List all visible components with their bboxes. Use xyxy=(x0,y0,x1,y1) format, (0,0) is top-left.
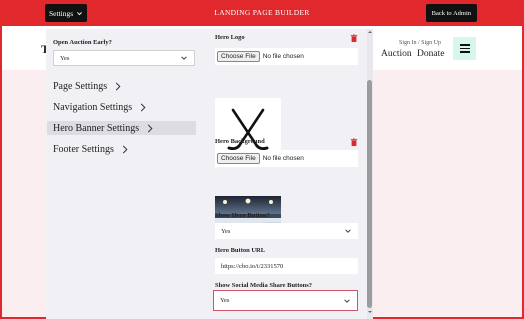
chevron-right-icon xyxy=(141,103,146,111)
no-file-text: No file chosen xyxy=(262,155,304,162)
hero-background-file-input[interactable]: Choose File No file chosen xyxy=(215,150,358,167)
show-social-label: Show Social Media Share Buttons? xyxy=(215,282,313,289)
choose-file-button[interactable]: Choose File xyxy=(217,153,260,164)
hamburger-line xyxy=(459,44,470,46)
hero-button-url-input[interactable]: https://cbo.io/i/2331570 xyxy=(215,258,358,274)
show-social-value: Yes xyxy=(220,297,230,304)
hamburger-line xyxy=(459,51,470,53)
chevron-down-icon xyxy=(345,229,351,233)
choose-file-button[interactable]: Choose File xyxy=(217,51,260,62)
scrollbar-thumb[interactable] xyxy=(367,80,372,308)
menu-hero-banner-settings[interactable]: Hero Banner Settings xyxy=(47,121,196,135)
trash-icon[interactable] xyxy=(350,138,358,146)
chevron-right-icon xyxy=(147,124,153,132)
hamburger-line xyxy=(459,47,470,50)
menu-label: Page Settings xyxy=(53,80,108,92)
scroll-up-icon[interactable] xyxy=(367,29,373,35)
show-hero-button-label: Show Hero Button? xyxy=(215,212,270,219)
hamburger-icon[interactable] xyxy=(453,37,476,60)
open-auction-label: Open Auction Early? xyxy=(53,39,112,46)
hero-logo-label: Hero Logo xyxy=(215,34,245,41)
back-to-admin-button[interactable]: Back to Admin xyxy=(425,4,477,22)
chevron-down-icon xyxy=(344,298,350,303)
nav-auction-link[interactable]: Auction xyxy=(381,49,412,59)
chevron-right-icon xyxy=(122,145,128,153)
show-hero-button-value: Yes xyxy=(221,227,231,235)
chevron-down-icon xyxy=(181,56,187,60)
menu-label: Hero Banner Settings xyxy=(53,122,140,134)
no-file-text: No file chosen xyxy=(262,53,304,60)
trash-icon[interactable] xyxy=(350,34,358,42)
show-social-select[interactable]: Yes xyxy=(213,290,358,311)
hero-logo-file-input[interactable]: Choose File No file chosen xyxy=(215,48,358,65)
hero-button-url-label: Hero Button URL xyxy=(215,247,266,254)
frame-border-left xyxy=(0,26,2,319)
menu-navigation-settings[interactable]: Navigation Settings xyxy=(47,100,196,114)
open-auction-value: Yes xyxy=(60,54,70,62)
menu-footer-settings[interactable]: Footer Settings xyxy=(47,142,196,156)
sign-in-link[interactable]: Sign In / Sign Up xyxy=(399,40,441,46)
menu-label: Footer Settings xyxy=(53,143,114,155)
hero-button-url-value: https://cbo.io/i/2331570 xyxy=(221,262,284,270)
scroll-down-icon[interactable] xyxy=(367,309,373,315)
hero-background-label: Hero Background xyxy=(215,138,265,145)
top-bar: Settings LANDING PAGE BUILDER Back to Ad… xyxy=(0,0,524,26)
menu-label: Navigation Settings xyxy=(53,101,133,113)
menu-page-settings[interactable]: Page Settings xyxy=(47,79,196,93)
hero-banner-editor: Hero Logo Choose File No file chosen Her… xyxy=(203,29,373,319)
nav-donate-link[interactable]: Donate xyxy=(417,49,444,59)
open-auction-select[interactable]: Yes xyxy=(53,50,195,66)
show-hero-button-select[interactable]: Yes xyxy=(215,223,358,239)
chevron-right-icon xyxy=(116,82,121,90)
settings-sidebar: Open Auction Early? Yes Page Settings Na… xyxy=(46,29,203,319)
